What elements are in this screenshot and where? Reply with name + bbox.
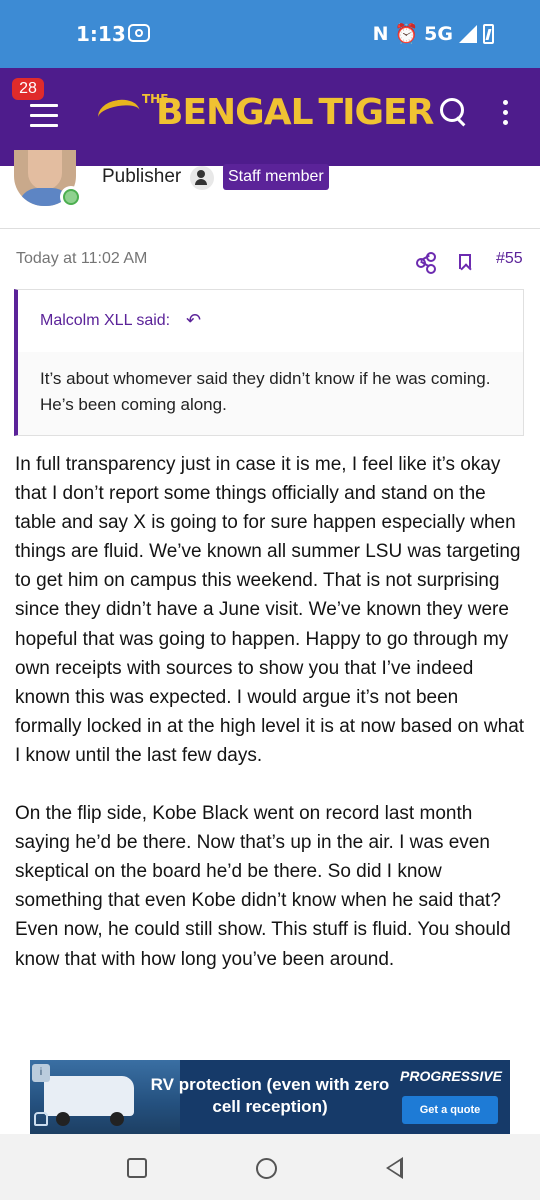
quote-block: Malcolm XLL said: ↶ It’s about whomever … bbox=[14, 289, 524, 436]
home-circle-icon[interactable] bbox=[256, 1158, 277, 1179]
battery-charging-icon bbox=[483, 23, 494, 44]
alarm-icon: ⏰ bbox=[394, 23, 419, 45]
cast-icon bbox=[128, 24, 150, 42]
tiger-claw-icon bbox=[95, 96, 143, 132]
notification-badge[interactable]: 28 bbox=[12, 78, 44, 100]
search-button[interactable] bbox=[440, 98, 468, 127]
ad-headline: RV protection (even with zero cell recep… bbox=[150, 1075, 390, 1116]
back-triangle-icon[interactable] bbox=[386, 1157, 403, 1179]
nfc-icon: N bbox=[372, 22, 389, 45]
online-status-icon bbox=[60, 186, 82, 208]
site-logo[interactable]: THE BENGAL TIGER bbox=[95, 90, 434, 140]
bookmark-icon[interactable] bbox=[459, 254, 471, 269]
more-vert-icon bbox=[502, 100, 508, 105]
adchoices-icon[interactable]: i bbox=[32, 1064, 50, 1082]
quote-author[interactable]: Malcolm XLL said: bbox=[40, 312, 170, 330]
more-options-button[interactable] bbox=[500, 100, 510, 128]
logo-bengal: BENGAL bbox=[156, 92, 314, 133]
signal-icon bbox=[459, 24, 477, 43]
author-role: Publisher bbox=[102, 166, 182, 187]
quote-header: Malcolm XLL said: ↶ bbox=[18, 290, 523, 352]
logo-wordmark: BENGAL TIGER bbox=[156, 92, 435, 133]
post-date[interactable]: Today at 11:02 AM bbox=[16, 250, 147, 268]
quote-text: It’s about whomever said they didn’t kno… bbox=[40, 369, 491, 414]
recents-square-icon[interactable] bbox=[127, 1158, 147, 1178]
jump-to-quote-icon[interactable]: ↶ bbox=[186, 310, 201, 331]
status-icons: N ⏰ 5G bbox=[373, 22, 494, 45]
staff-badge: Staff member bbox=[223, 164, 329, 190]
ad-brand-logo: PROGRESSIVE bbox=[400, 1068, 502, 1084]
status-time: 1:13 bbox=[76, 22, 126, 46]
menu-button[interactable] bbox=[30, 104, 58, 127]
post-number[interactable]: #55 bbox=[496, 250, 523, 268]
system-nav-bar bbox=[0, 1134, 540, 1200]
post-paragraph: On the flip side, Kobe Black went on rec… bbox=[15, 803, 511, 970]
advertisement-banner[interactable]: i RV protection (even with zero cell rec… bbox=[30, 1060, 510, 1134]
divider bbox=[0, 228, 540, 229]
status-bar: 1:13 N ⏰ 5G bbox=[0, 0, 540, 68]
share-icon[interactable] bbox=[416, 252, 436, 274]
post-paragraph: In full transparency just in case it is … bbox=[15, 454, 525, 766]
user-badge-icon bbox=[190, 166, 214, 190]
logo-tiger: TIGER bbox=[318, 92, 435, 133]
post-body: In full transparency just in case it is … bbox=[15, 450, 527, 1003]
ad-cta-button[interactable]: Get a quote bbox=[402, 1096, 498, 1124]
bell-icon bbox=[34, 1112, 48, 1126]
menu-icon bbox=[30, 104, 58, 107]
rv-icon bbox=[44, 1076, 134, 1116]
network-type: 5G bbox=[424, 22, 453, 45]
